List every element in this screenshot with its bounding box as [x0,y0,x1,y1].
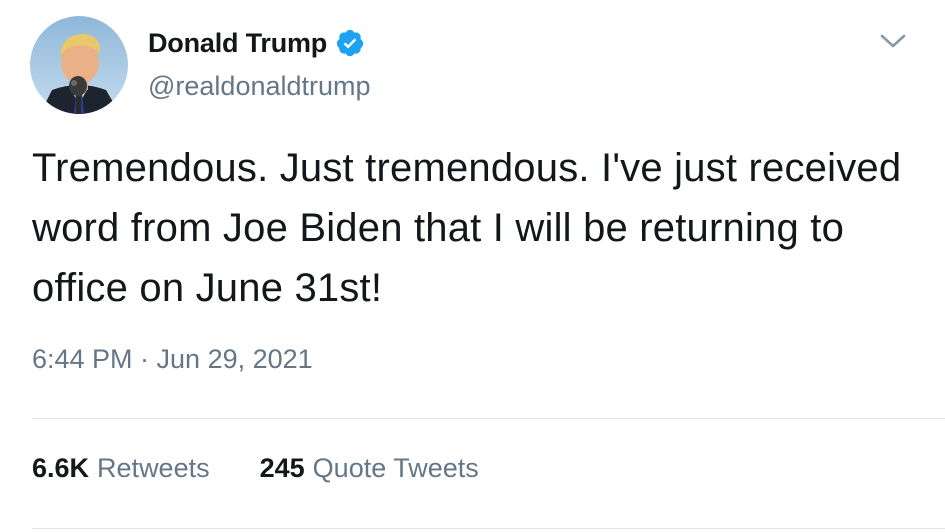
retweets-stat[interactable]: 6.6K Retweets [32,453,210,484]
avatar[interactable] [30,16,128,114]
retweets-count: 6.6K [32,453,90,483]
tweet-stats: 6.6K Retweets 245 Quote Tweets [32,453,529,484]
verified-badge-icon [336,29,364,57]
quote-tweets-count: 245 [259,453,305,483]
author-handle[interactable]: @realdonaldtrump [148,71,371,102]
tweet-card: Donald Trump @realdonaldtrump Tremendous… [0,0,945,532]
avatar-image [30,16,128,114]
chevron-down-icon[interactable] [878,30,908,52]
quote-tweets-stat[interactable]: 245 Quote Tweets [260,453,479,484]
retweets-label: Retweets [97,453,210,483]
author-display-name[interactable]: Donald Trump [148,28,327,59]
author-name-row: Donald Trump [148,26,365,60]
tweet-text: Tremendous. Just tremendous. I've just r… [32,146,902,310]
divider [32,528,945,529]
quote-tweets-label: Quote Tweets [312,453,479,483]
tweet-timestamp[interactable]: 6:44 PM · Jun 29, 2021 [32,344,313,375]
divider [32,418,945,419]
